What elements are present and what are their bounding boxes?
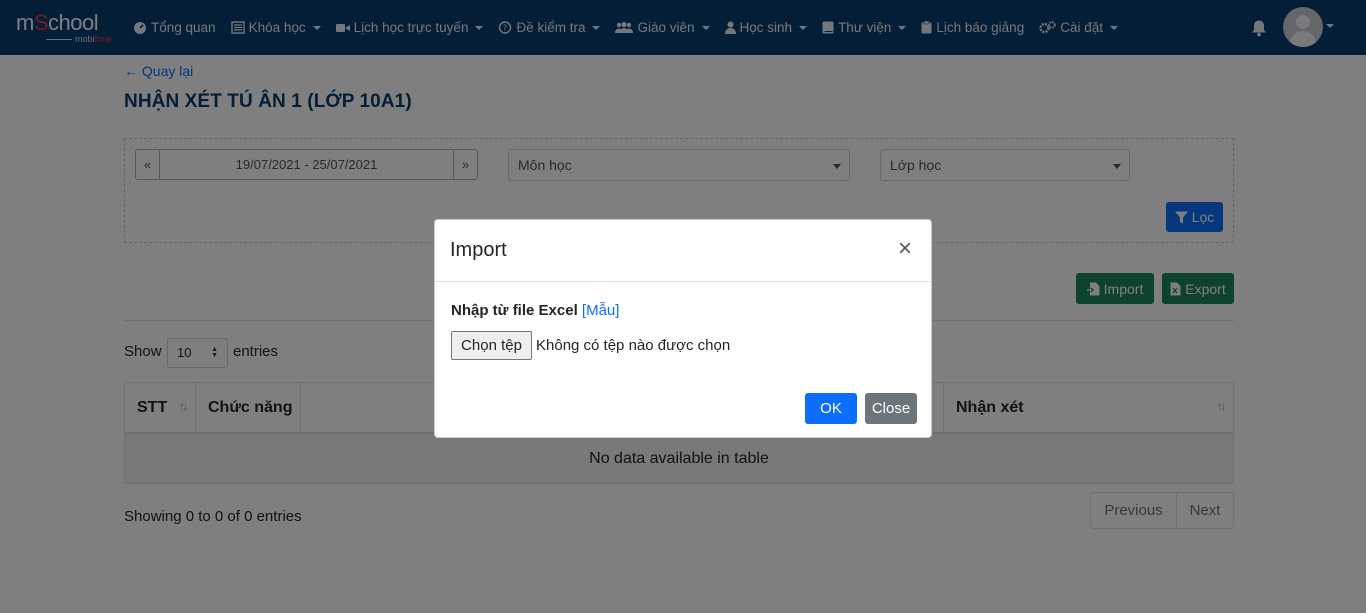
import-modal: Import × Nhập từ file Excel [Mẫu] Chọn t… bbox=[434, 219, 932, 438]
modal-header: Import × bbox=[435, 220, 931, 282]
excel-import-label: Nhập từ file Excel [Mẫu] bbox=[451, 302, 619, 319]
choose-file-button[interactable]: Chọn tệp bbox=[451, 331, 532, 360]
ok-button[interactable]: OK bbox=[805, 393, 857, 424]
close-button[interactable]: Close bbox=[865, 393, 917, 424]
excel-import-label-text: Nhập từ file Excel bbox=[451, 302, 578, 319]
file-status-text: Không có tệp nào được chọn bbox=[536, 337, 731, 354]
template-link[interactable]: [Mẫu] bbox=[582, 302, 620, 319]
modal-title: Import bbox=[450, 239, 507, 261]
close-icon[interactable]: × bbox=[898, 237, 912, 261]
